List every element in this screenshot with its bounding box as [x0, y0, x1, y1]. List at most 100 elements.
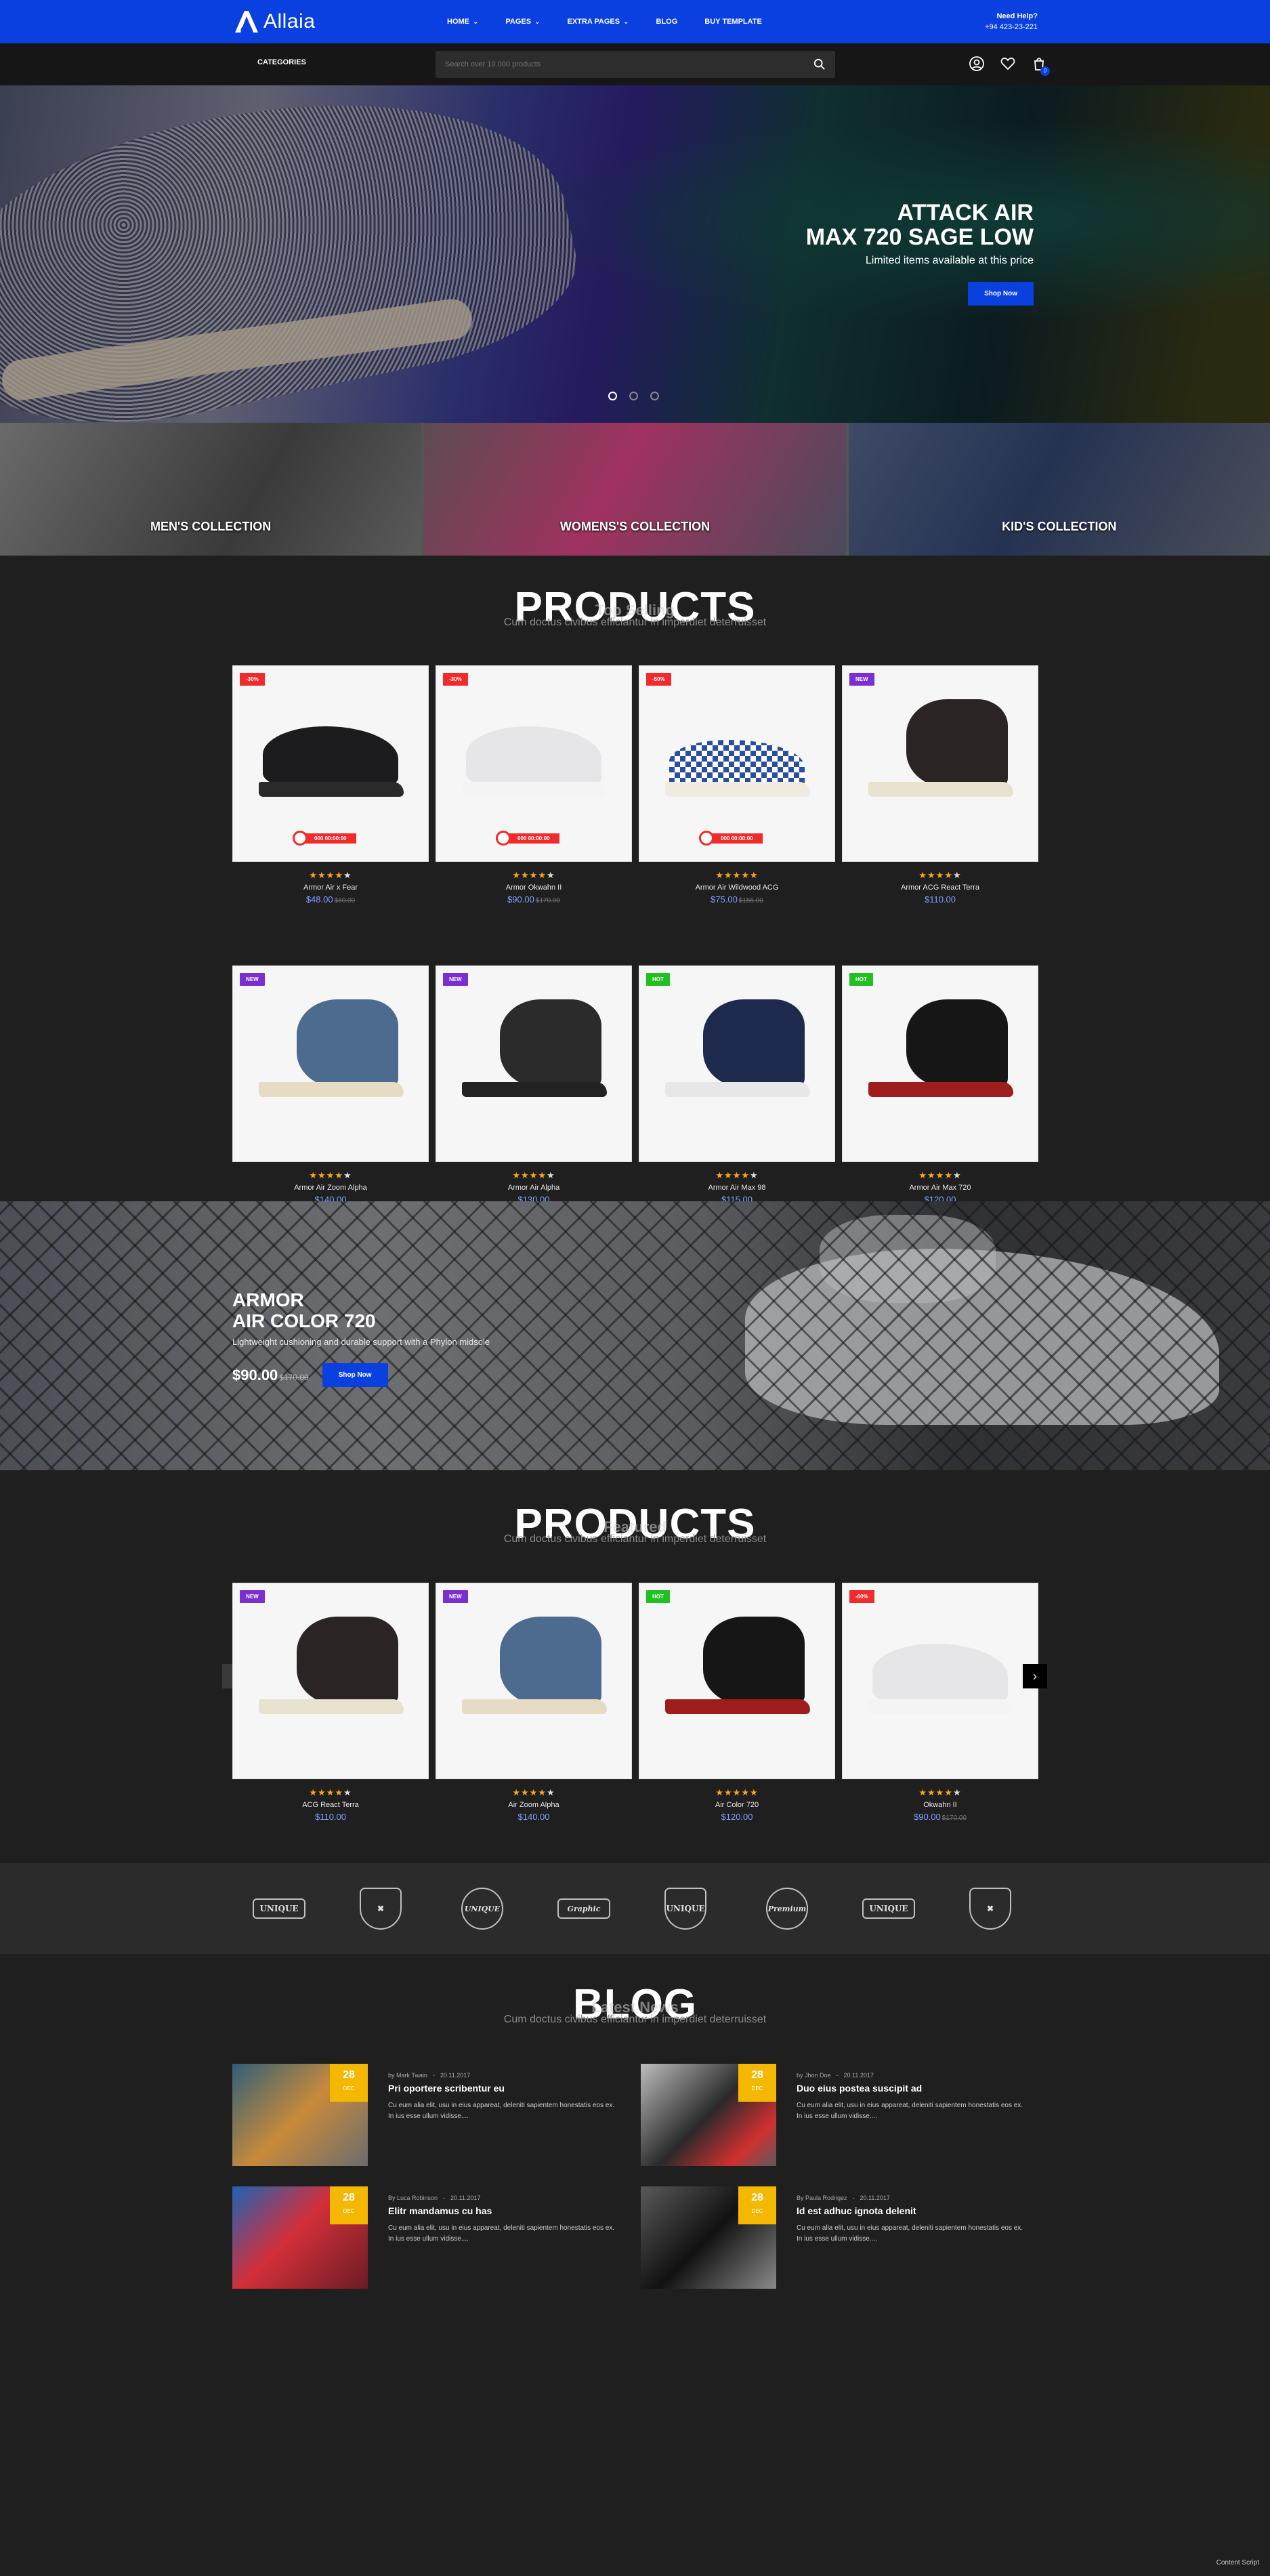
product-card[interactable]: NEW ★★★★★ ACG React Terra $110.00 [232, 1583, 429, 1822]
product-name[interactable]: Armor Air Zoom Alpha [232, 1184, 429, 1192]
slider-dot[interactable] [629, 392, 638, 400]
product-card[interactable]: NEW ★★★★★ Air Zoom Alpha $140.00 [436, 1583, 632, 1822]
blog-section: BLOG Latest News Cum doctus civibus effi… [0, 1954, 1270, 2333]
brand-logo[interactable]: ✖ [354, 1888, 407, 1930]
blog-thumbnail[interactable]: 28 Dec [232, 2064, 368, 2166]
product-card[interactable]: NEW ★★★★★ Armor Air Zoom Alpha $140.00 [232, 965, 429, 1205]
cart-icon[interactable]: 0 [1031, 56, 1050, 76]
product-name[interactable]: Armor Okwahn II [436, 884, 632, 892]
product-image[interactable]: NEW [436, 1583, 632, 1779]
collection-men[interactable]: MEN'S COLLECTION [0, 423, 422, 556]
product-card[interactable]: HOT ★★★★★ Air Color 720 $120.00 [639, 1583, 835, 1822]
help-contact[interactable]: Need Help? +94 423-23-221 [985, 11, 1038, 33]
carousel-next-button[interactable]: › [1023, 1664, 1047, 1688]
blog-thumbnail[interactable]: 28 Dec [641, 2064, 776, 2166]
brand-logo[interactable]: UNIQUE [862, 1888, 915, 1930]
hero-shop-now-button[interactable]: Shop Now [968, 282, 1034, 306]
blog-post[interactable]: 28 Dec by Jhon Doe -20.11.2017 Duo eius po… [641, 2064, 1044, 2166]
search-box [436, 51, 835, 78]
product-card[interactable]: NEW ★★★★★ Armor ACG React Terra $110.00 [842, 665, 1038, 905]
product-name[interactable]: Armor Air Wildwood ACG [639, 884, 835, 892]
countdown-timer: 000 00:00:00 [699, 831, 763, 846]
product-price: $120.00 [639, 1812, 835, 1822]
post-title[interactable]: Id est adhuc ignota delenit [797, 2205, 1027, 2216]
nav-blog[interactable]: BLOG [656, 18, 678, 26]
collection-women[interactable]: WOMENS'S COLLECTION [424, 423, 846, 556]
product-name[interactable]: Okwahn II [842, 1801, 1038, 1809]
brand-logo[interactable]: UNIQUE [659, 1888, 712, 1930]
brand-logo[interactable]: Premium [761, 1888, 813, 1930]
post-title[interactable]: Pri oportere scribentur eu [388, 2083, 618, 2094]
product-price: $110.00 [842, 894, 1038, 905]
product-image[interactable]: -50% 000 00:00:00 [639, 665, 835, 862]
product-card[interactable]: -30% 000 00:00:00 ★★★★★ Armor Air x Fear… [232, 665, 429, 905]
banner-shop-now-button[interactable]: Shop Now [322, 1363, 388, 1387]
logo[interactable]: Allaia [232, 7, 315, 37]
product-name[interactable]: Air Color 720 [639, 1801, 835, 1809]
product-image[interactable]: HOT [842, 965, 1038, 1162]
brand-logo[interactable]: ✖ [964, 1888, 1017, 1930]
shoe-image [656, 720, 818, 808]
brand-logo[interactable]: UNIQUE [253, 1888, 305, 1930]
price-old: $170.00 [941, 1814, 967, 1822]
nav-extra-pages[interactable]: EXTRA PAGES ⌄ [567, 18, 629, 26]
product-card[interactable]: NEW ★★★★★ Armor Air Alpha $130.00 [436, 965, 632, 1205]
brand-logo[interactable]: UNIQUE [456, 1888, 509, 1930]
product-name[interactable]: Armor Air x Fear [232, 884, 429, 892]
post-excerpt: Cu eum alia elit, usu in eius appareat, … [797, 2102, 1023, 2120]
product-card[interactable]: HOT ★★★★★ Armor Air Max 720 $120.00 [842, 965, 1038, 1205]
countdown-timer: 000 00:00:00 [496, 831, 559, 846]
product-name[interactable]: Air Zoom Alpha [436, 1801, 632, 1809]
product-image[interactable]: -30% 000 00:00:00 [436, 665, 632, 862]
product-image[interactable]: NEW [232, 1583, 429, 1779]
date-badge: 28 Dec [738, 2186, 776, 2224]
blog-post[interactable]: 28 Dec By Paula Rodrigez -20.11.2017 Id es… [641, 2186, 1044, 2289]
product-badge: HOT [646, 973, 670, 986]
content-script-label: Content Script [1216, 2559, 1259, 2567]
product-card[interactable]: -60% ★★★★★ Okwahn II $90.00 $170.00 [842, 1583, 1038, 1822]
nav-pages[interactable]: PAGES ⌄ [505, 18, 540, 26]
product-image[interactable]: NEW [842, 665, 1038, 862]
slider-dot[interactable] [650, 392, 659, 400]
user-icon[interactable] [969, 56, 985, 72]
product-card[interactable]: HOT ★★★★★ Armor Air Max 98 $115.00 [639, 965, 835, 1205]
nav-buy-template[interactable]: BUY TEMPLATE [704, 18, 762, 26]
slider-dot[interactable] [608, 392, 617, 400]
heart-icon[interactable] [1000, 56, 1016, 72]
product-image[interactable]: HOT [639, 965, 835, 1162]
brand-logo[interactable]: Graphic [557, 1888, 610, 1930]
product-name[interactable]: Armor ACG React Terra [842, 884, 1038, 892]
product-image[interactable]: NEW [436, 965, 632, 1162]
product-price: $110.00 [232, 1812, 429, 1822]
rating-stars: ★★★★★ [309, 1170, 352, 1180]
product-card[interactable]: -50% 000 00:00:00 ★★★★★ Armor Air Wildwo… [639, 665, 835, 905]
search-icon[interactable] [813, 58, 826, 70]
product-name[interactable]: Armor Air Max 98 [639, 1184, 835, 1192]
product-image[interactable]: -60% [842, 1583, 1038, 1779]
blog-heading: BLOG Latest News Cum doctus civibus effi… [0, 1984, 1270, 2026]
blog-post[interactable]: 28 Dec by Mark Twain -20.11.2017 Pri oport… [232, 2064, 635, 2166]
product-image[interactable]: -30% 000 00:00:00 [232, 665, 429, 862]
product-name[interactable]: Armor Air Max 720 [842, 1184, 1038, 1192]
blog-thumbnail[interactable]: 28 Dec [641, 2186, 776, 2289]
price-current: $140.00 [517, 1812, 550, 1822]
product-image[interactable]: HOT [639, 1583, 835, 1779]
meta-separator: - [852, 2195, 855, 2201]
post-title[interactable]: Duo eius postea suscipit ad [797, 2083, 1027, 2094]
product-name[interactable]: ACG React Terra [232, 1801, 429, 1809]
blog-post-body: by Jhon Doe -20.11.2017 Duo eius postea s… [797, 2064, 1027, 2166]
product-info: ★★★★★ Air Zoom Alpha $140.00 [436, 1779, 632, 1822]
product-badge: -30% [443, 673, 468, 686]
blog-post[interactable]: 28 Dec By Luca Robinson -20.11.2017 Elitr … [232, 2186, 635, 2289]
shoe-image [859, 1637, 1021, 1725]
product-card[interactable]: -30% 000 00:00:00 ★★★★★ Armor Okwahn II … [436, 665, 632, 905]
categories-menu[interactable]: CATEGORIES [257, 58, 306, 66]
nav-home[interactable]: HOME ⌄ [447, 18, 478, 26]
search-input[interactable] [445, 60, 813, 68]
rating-stars: ★★★★★ [918, 870, 962, 880]
product-name[interactable]: Armor Air Alpha [436, 1184, 632, 1192]
collection-kids[interactable]: KID'S COLLECTION [848, 423, 1270, 556]
post-title[interactable]: Elitr mandamus cu has [388, 2205, 618, 2216]
blog-thumbnail[interactable]: 28 Dec [232, 2186, 368, 2289]
product-image[interactable]: NEW [232, 965, 429, 1162]
